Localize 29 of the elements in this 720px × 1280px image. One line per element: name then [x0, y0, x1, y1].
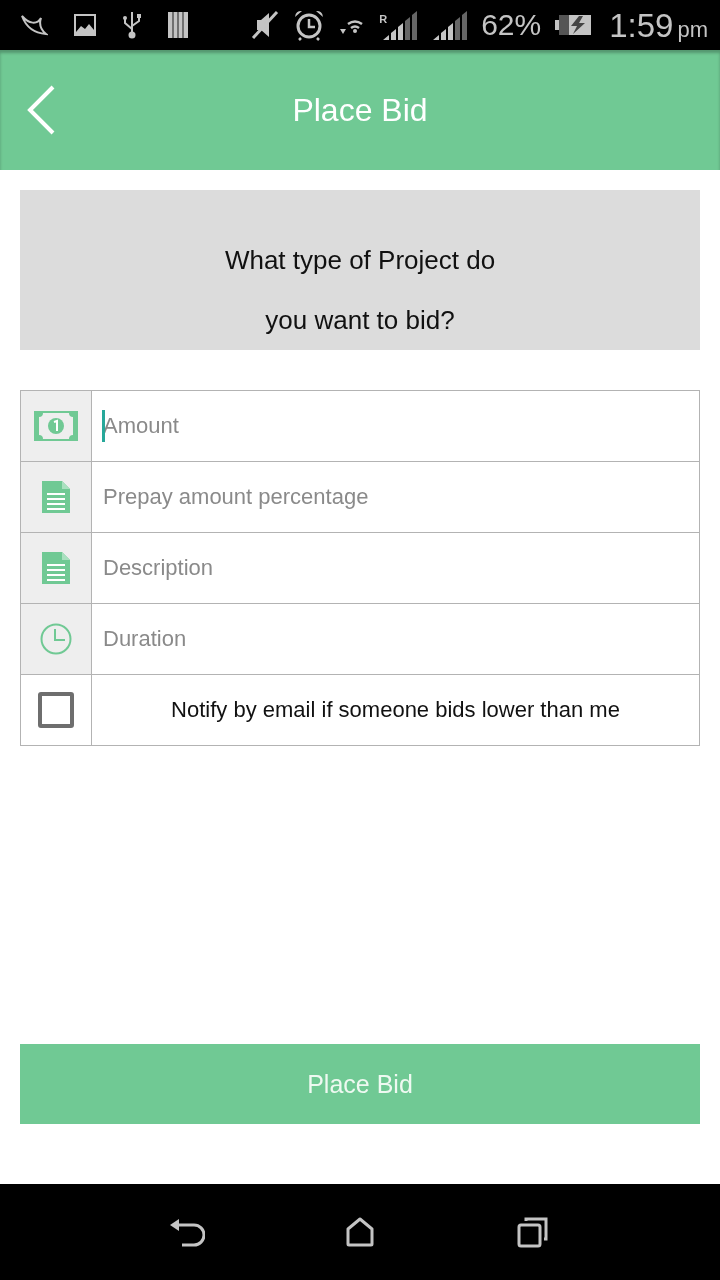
- barcode-icon: [168, 12, 188, 38]
- usb-icon: [122, 11, 142, 39]
- screen-title: Place Bid: [292, 91, 428, 129]
- document-icon: [42, 481, 70, 513]
- image-icon: [74, 14, 96, 36]
- recents-icon: [517, 1216, 550, 1248]
- roaming-indicator: R: [379, 14, 388, 25]
- notify-checkbox[interactable]: [38, 692, 74, 728]
- notify-label: Notify by email if someone bids lower than me: [170, 697, 621, 723]
- clock-time: 1:59: [609, 8, 674, 42]
- charging-battery-icon: [555, 13, 592, 37]
- nav-back-button[interactable]: [168, 1216, 205, 1248]
- home-icon: [345, 1217, 375, 1247]
- time-suffix: pm: [677, 18, 708, 41]
- battery-percentage: 62%: [481, 10, 542, 40]
- signal-icon: [381, 9, 418, 41]
- muted-speaker-icon: [251, 10, 280, 40]
- signal-icon: [431, 9, 468, 41]
- place-bid-button[interactable]: Place Bid: [20, 1044, 700, 1124]
- project-type-prompt: What type of Project do you want to bid?: [20, 190, 700, 350]
- alarm-clock-icon: [293, 9, 326, 41]
- nav-recents-button[interactable]: [517, 1216, 550, 1248]
- swoosh-icon: [20, 13, 48, 37]
- banknote-icon: [34, 411, 78, 441]
- clock-icon: [40, 623, 72, 655]
- back-chevron-icon: [26, 85, 56, 135]
- nav-home-button[interactable]: [345, 1217, 375, 1247]
- back-icon: [168, 1216, 205, 1248]
- document-icon: [42, 552, 70, 584]
